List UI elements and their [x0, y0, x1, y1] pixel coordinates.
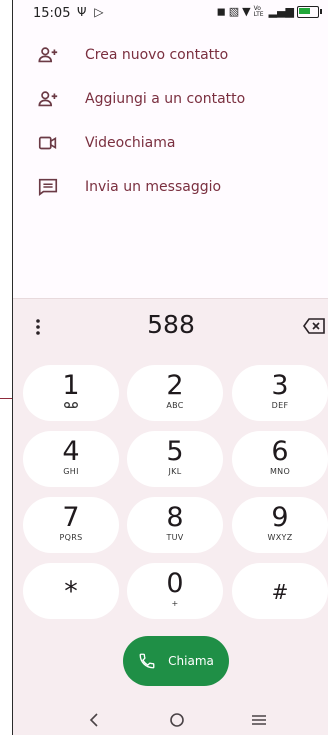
- key-letters: ABC: [166, 401, 184, 410]
- key-9[interactable]: 9 WXYZ: [232, 497, 328, 553]
- key-digit: 3: [271, 370, 289, 401]
- key-8[interactable]: 8 TUV: [127, 497, 223, 553]
- action-label: Crea nuovo contatto: [85, 47, 229, 63]
- key-digit: 4: [62, 436, 80, 467]
- action-label: Aggiungi a un contatto: [85, 91, 246, 107]
- nav-home-button[interactable]: [162, 706, 192, 734]
- key-letters: GHI: [63, 467, 79, 476]
- pointer-line: [0, 398, 12, 399]
- key-5[interactable]: 5 JKL: [127, 431, 223, 487]
- key-letters: WXYZ: [267, 533, 293, 542]
- key-letters: JKL: [168, 467, 182, 476]
- key-letters: DEF: [271, 401, 289, 410]
- key-digit: 7: [62, 502, 80, 533]
- divider: [13, 298, 328, 299]
- usb-icon: Ψ: [77, 5, 89, 19]
- action-label: Videochiama: [85, 135, 176, 151]
- key-letters: TUV: [166, 533, 184, 542]
- back-icon: [89, 713, 98, 727]
- key-1[interactable]: 1: [23, 365, 119, 421]
- person-add-icon: [38, 91, 58, 107]
- key-digit: 0: [166, 568, 184, 599]
- key-hash[interactable]: #: [232, 563, 328, 619]
- key-6[interactable]: 6 MNO: [232, 431, 328, 487]
- dialed-number[interactable]: 588: [13, 310, 328, 339]
- action-video-call[interactable]: Videochiama: [13, 123, 328, 163]
- call-label: Chiama: [168, 654, 214, 668]
- key-digit: 5: [166, 436, 184, 467]
- key-digit: 8: [166, 502, 184, 533]
- action-send-message[interactable]: Invia un messaggio: [13, 167, 328, 207]
- nfc-icon: ◼: [216, 5, 226, 18]
- key-digit: 9: [271, 502, 289, 533]
- key-digit: 6: [271, 436, 289, 467]
- person-add-icon: [38, 47, 58, 63]
- home-icon: [170, 713, 184, 727]
- nav-back-button[interactable]: [79, 706, 109, 734]
- vibrate-icon: ▧: [228, 5, 240, 18]
- phone-icon: [139, 653, 155, 669]
- wifi-icon: ▼: [242, 5, 251, 18]
- key-digit: 2: [166, 370, 184, 401]
- key-letters: +: [171, 599, 179, 608]
- status-time: 15:05: [33, 6, 71, 21]
- key-star[interactable]: *: [23, 563, 119, 619]
- menu-icon: [252, 715, 266, 725]
- key-2[interactable]: 2 ABC: [127, 365, 223, 421]
- notification-icons: Ψ ▷: [77, 5, 106, 19]
- key-digit: *: [64, 576, 78, 607]
- play-store-icon: ▷: [94, 5, 106, 19]
- signal-icon: ▂▄▆: [268, 5, 294, 18]
- backspace-icon[interactable]: [303, 318, 325, 334]
- key-letters: PQRS: [59, 533, 83, 542]
- voicemail-icon: [64, 402, 78, 408]
- system-icons: ◼ ▧ ▼ Vo LTE ▂▄▆: [216, 4, 322, 18]
- key-3[interactable]: 3 DEF: [232, 365, 328, 421]
- message-icon: [38, 178, 58, 196]
- key-7[interactable]: 7 PQRS: [23, 497, 119, 553]
- key-4[interactable]: 4 GHI: [23, 431, 119, 487]
- key-digit: 1: [62, 370, 80, 401]
- videocam-icon: [38, 136, 57, 150]
- action-add-to-contact[interactable]: Aggiungi a un contatto: [13, 79, 328, 119]
- key-letters: MNO: [269, 467, 291, 476]
- action-create-contact[interactable]: Crea nuovo contatto: [13, 35, 328, 75]
- key-digit: #: [271, 580, 289, 604]
- nav-recents-button[interactable]: [244, 706, 274, 734]
- network-label: Vo LTE: [253, 4, 264, 18]
- phone-screen: 15:05 Ψ ▷ ◼ ▧ ▼ Vo LTE ▂▄▆ Crea nuovo co…: [12, 0, 328, 735]
- action-label: Invia un messaggio: [85, 179, 222, 195]
- battery-icon: [297, 5, 322, 18]
- status-bar: 15:05 Ψ ▷ ◼ ▧ ▼ Vo LTE ▂▄▆: [13, 0, 328, 26]
- call-button[interactable]: Chiama: [123, 636, 229, 686]
- key-0[interactable]: 0 +: [127, 563, 223, 619]
